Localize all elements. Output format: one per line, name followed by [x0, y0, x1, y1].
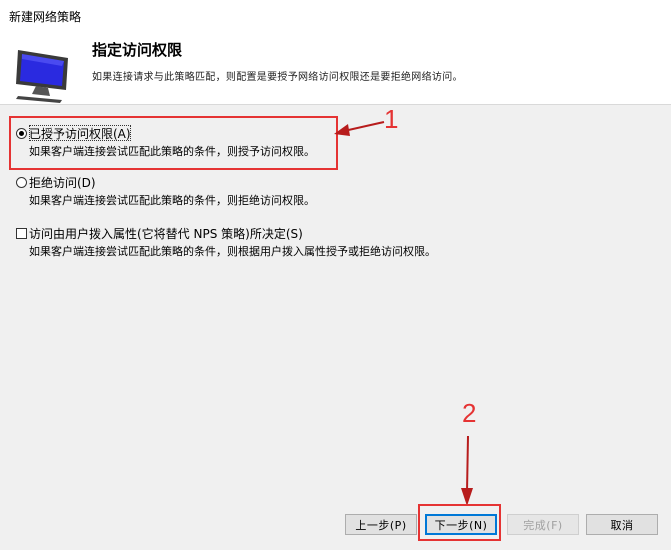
dial-in-properties-checkbox[interactable]: [16, 227, 27, 239]
page-description: 如果连接请求与此策略匹配，则配置是要授予网络访问权限还是要拒绝网络访问。: [92, 72, 463, 83]
dial-in-properties-label[interactable]: 访问由用户拨入属性(它将替代 NPS 策略)所决定(S): [29, 225, 303, 242]
annotation-arrow-1: [334, 121, 385, 136]
annotation-number-2: 2: [462, 398, 477, 428]
annotation-arrow-2: [461, 436, 473, 506]
option-dial-in-properties[interactable]: 访问由用户拨入属性(它将替代 NPS 策略)所决定(S) 如果客户端连接尝试匹配…: [16, 225, 436, 259]
option-deny-access[interactable]: 拒绝访问(D) 如果客户端连接尝试匹配此策略的条件，则拒绝访问权限。: [16, 174, 315, 208]
deny-access-label[interactable]: 拒绝访问(D): [29, 174, 96, 191]
deny-access-description: 如果客户端连接尝试匹配此策略的条件，则拒绝访问权限。: [29, 194, 315, 207]
finish-button[interactable]: 完成(F): [507, 514, 579, 535]
wizard-header: 指定访问权限 如果连接请求与此策略匹配，则配置是要授予网络访问权限还是要拒绝网络…: [0, 30, 671, 105]
dial-in-properties-description: 如果客户端连接尝试匹配此策略的条件，则根据用户拨入属性授予或拒绝访问权限。: [29, 245, 436, 258]
monitor-icon: [16, 50, 68, 103]
cancel-button[interactable]: 取消: [586, 514, 658, 535]
title-bar: 新建网络策略: [0, 0, 671, 30]
prev-button[interactable]: 上一步(P): [345, 514, 417, 535]
deny-access-radio[interactable]: [16, 176, 27, 188]
annotation-box-2: [418, 504, 501, 541]
window-title: 新建网络策略: [9, 10, 82, 24]
annotation-box-1: [9, 116, 338, 170]
page-heading: 指定访问权限: [92, 41, 183, 59]
